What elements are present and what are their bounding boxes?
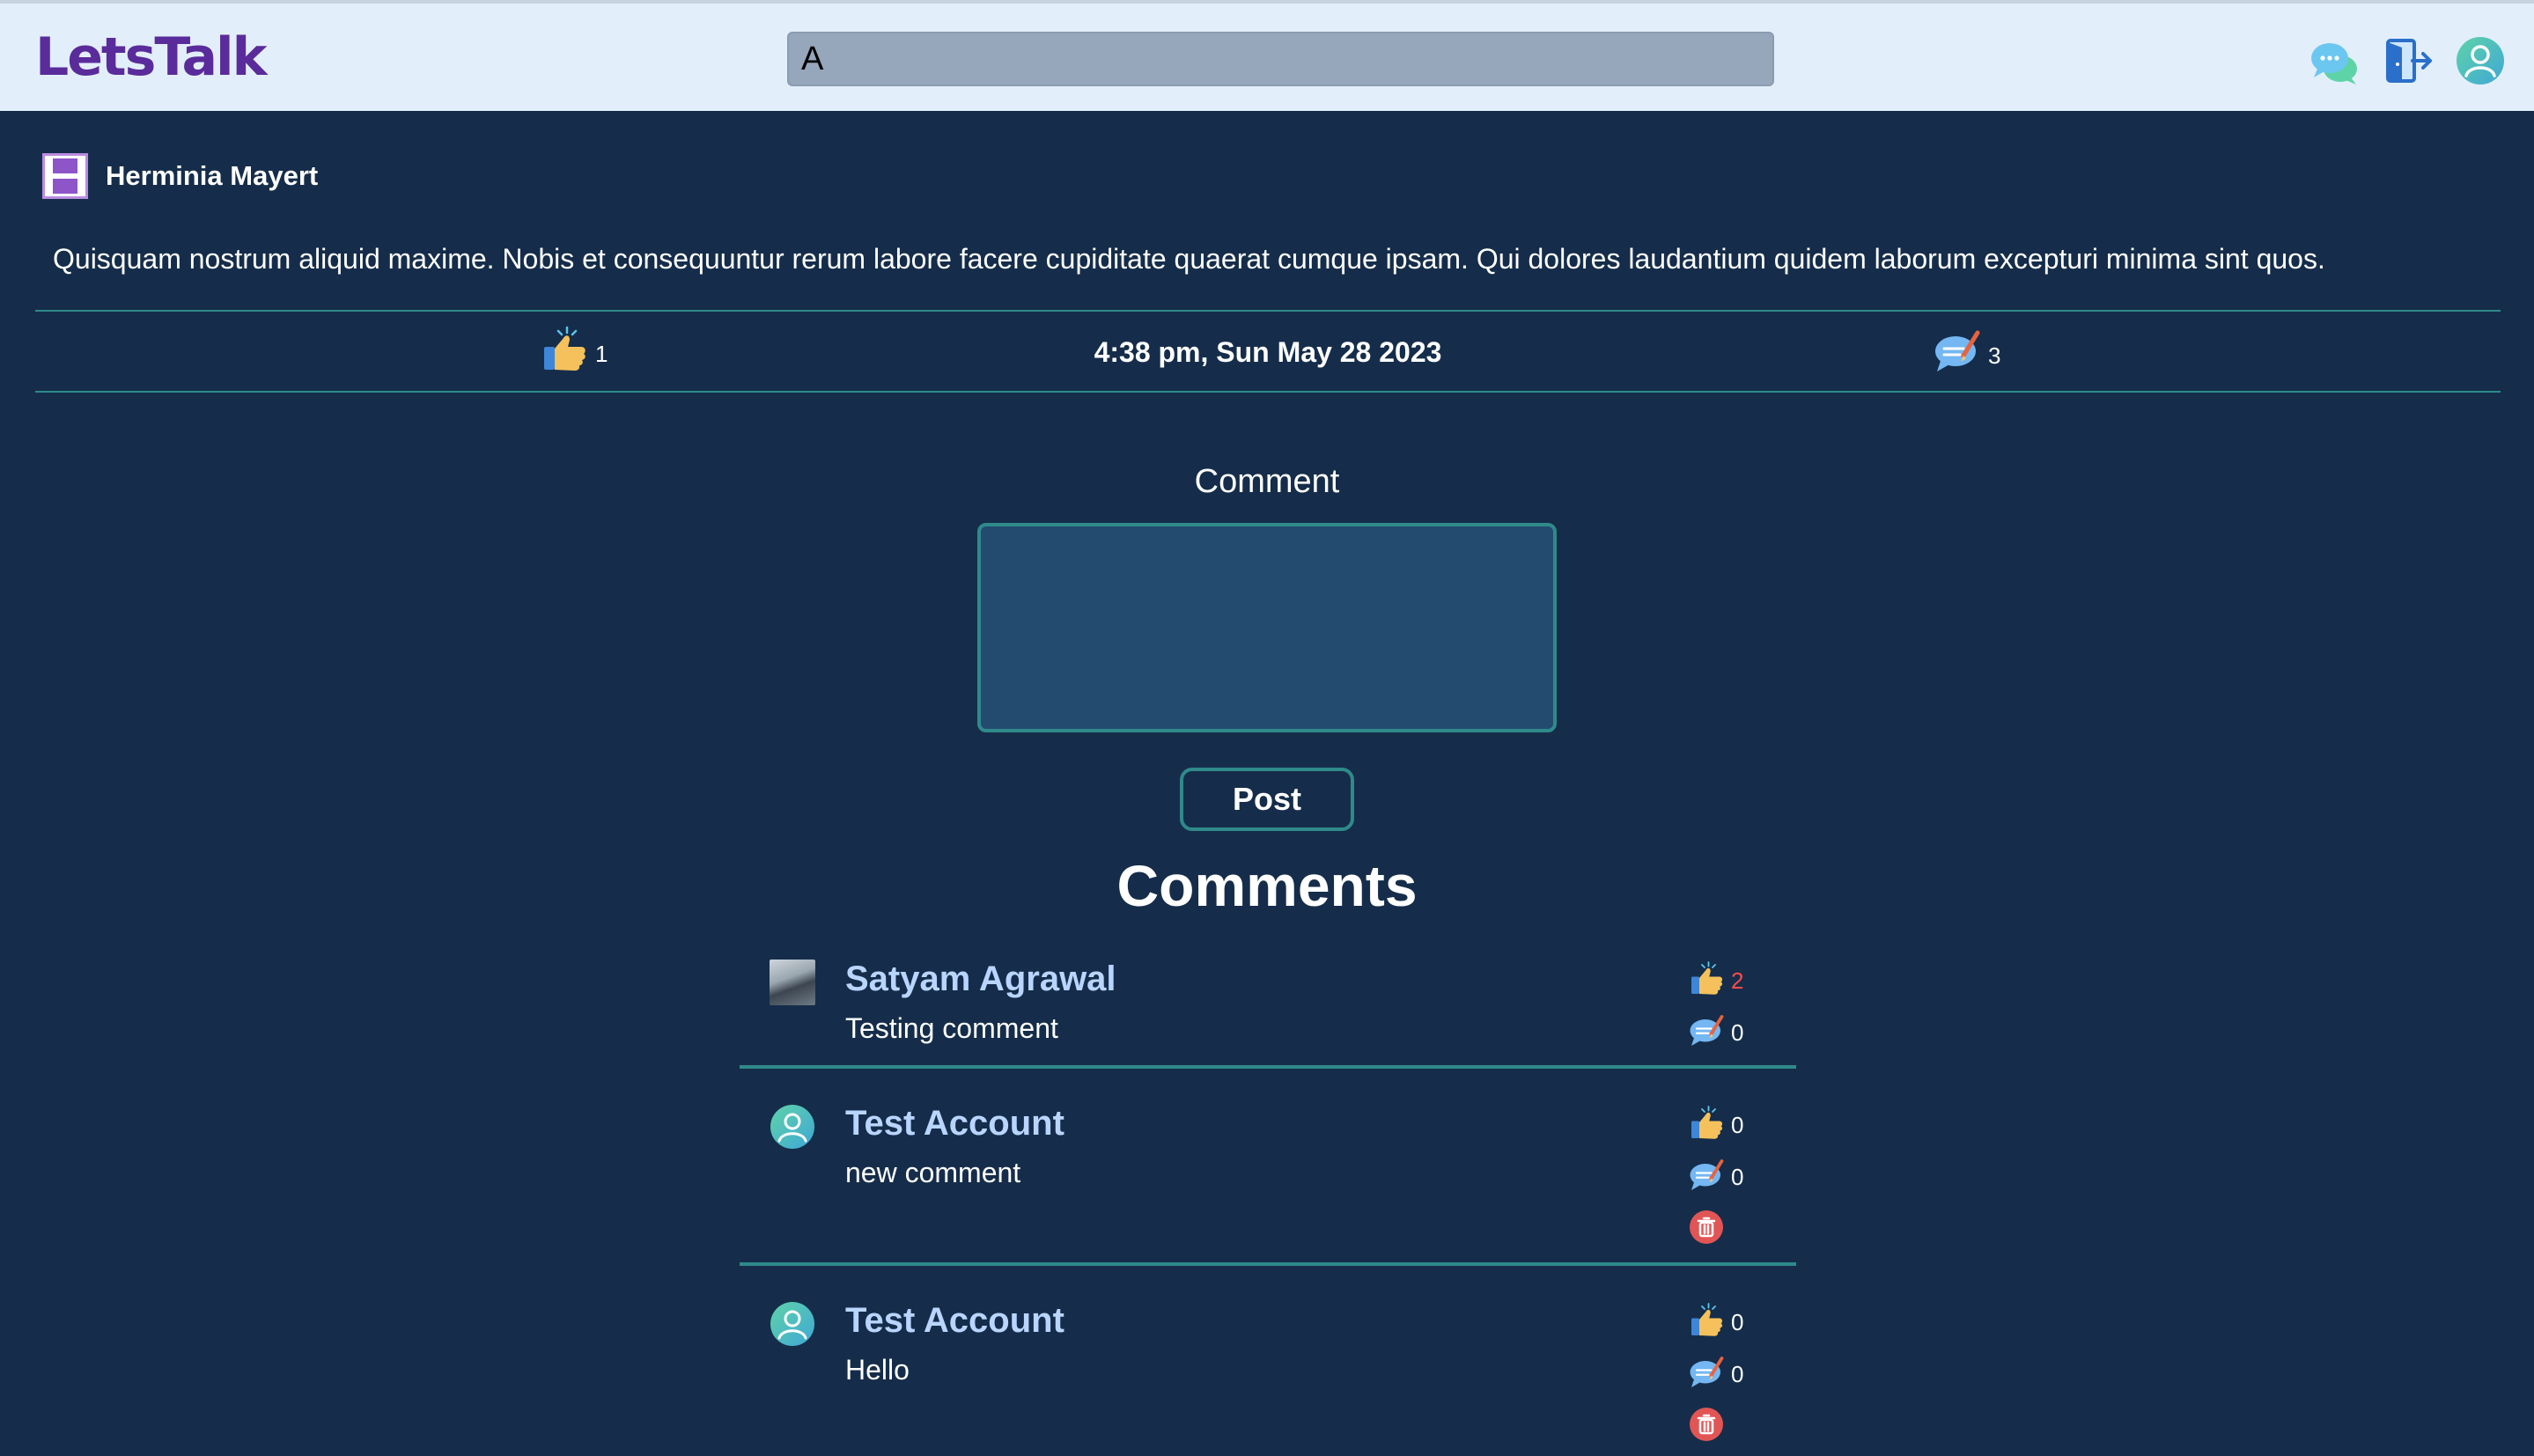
comment-divider — [740, 1065, 1796, 1069]
comment-author-avatar[interactable] — [770, 960, 815, 1005]
post-content: Quisquam nostrum aliquid maxime. Nobis e… — [53, 243, 2325, 275]
comment-author-name[interactable]: Test Account — [845, 1104, 1064, 1143]
default-user-icon[interactable] — [770, 1301, 815, 1347]
comment-item: Test Account new comment 0 0 — [740, 1104, 1796, 1266]
post-comment-button[interactable]: Post — [1180, 768, 1354, 831]
thumbs-up-icon — [1691, 961, 1723, 995]
delete-icon[interactable] — [1689, 1210, 1724, 1245]
comment-bubble-icon — [1935, 330, 1980, 371]
comment-bubble-icon — [1690, 1357, 1724, 1387]
comments-heading: Comments — [1116, 853, 1418, 918]
comment-text: new comment — [845, 1157, 1021, 1188]
comment-author-name[interactable]: Test Account — [845, 1301, 1064, 1341]
comment-bubble-icon — [1690, 1159, 1724, 1190]
comment-like-count: 0 — [1731, 1111, 1744, 1138]
chat-bubbles-icon[interactable] — [2309, 35, 2360, 86]
comment-like-button[interactable]: 2 — [1689, 960, 1743, 996]
comment-reply-count: 0 — [1731, 1163, 1744, 1190]
search-input[interactable] — [787, 32, 1774, 86]
comment-text: Testing comment — [845, 1012, 1058, 1044]
comment-reply-count: 0 — [1731, 1360, 1744, 1387]
author-avatar[interactable] — [42, 153, 88, 199]
comment-item: Satyam Agrawal Testing comment 2 0 — [740, 960, 1796, 1069]
default-user-icon[interactable] — [770, 1104, 815, 1150]
comment-reply-button[interactable]: 0 — [1689, 1354, 1743, 1389]
app-logo[interactable]: LetsTalk — [35, 26, 267, 88]
comment-author-name[interactable]: Satyam Agrawal — [845, 960, 1116, 999]
top-navbar: LetsTalk — [0, 0, 2534, 111]
delete-icon[interactable] — [1689, 1407, 1724, 1442]
comment-divider — [740, 1262, 1796, 1266]
comment-bubble-icon — [1690, 1015, 1724, 1046]
logout-door-icon[interactable] — [2383, 35, 2434, 86]
comment-like-count: 2 — [1731, 967, 1744, 994]
comment-reply-count: 0 — [1731, 1018, 1744, 1046]
post-timestamp: 4:38 pm, Sun May 28 2023 — [1094, 336, 1442, 368]
comment-textarea[interactable] — [977, 523, 1557, 732]
user-profile-icon[interactable] — [2455, 35, 2506, 86]
comment-item: Test Account Hello 0 0 — [740, 1301, 1796, 1456]
comment-reply-button[interactable]: 0 — [1689, 1012, 1743, 1048]
post-comments-button[interactable]: 3 — [1934, 327, 2000, 373]
comment-label: Comment — [1194, 463, 1340, 500]
post-comment-count: 3 — [1988, 342, 2001, 369]
comment-like-button[interactable]: 0 — [1689, 1301, 1743, 1338]
thumbs-up-icon — [1691, 1106, 1723, 1139]
comment-like-count: 0 — [1731, 1308, 1744, 1335]
post-meta-bar: 1 4:38 pm, Sun May 28 2023 3 — [35, 310, 2501, 393]
comment-text: Hello — [845, 1354, 910, 1386]
post-author-name[interactable]: Herminia Mayert — [106, 160, 318, 192]
thumbs-up-icon — [1691, 1303, 1723, 1336]
comment-like-button[interactable]: 0 — [1689, 1104, 1743, 1141]
comment-reply-button[interactable]: 0 — [1689, 1157, 1743, 1192]
